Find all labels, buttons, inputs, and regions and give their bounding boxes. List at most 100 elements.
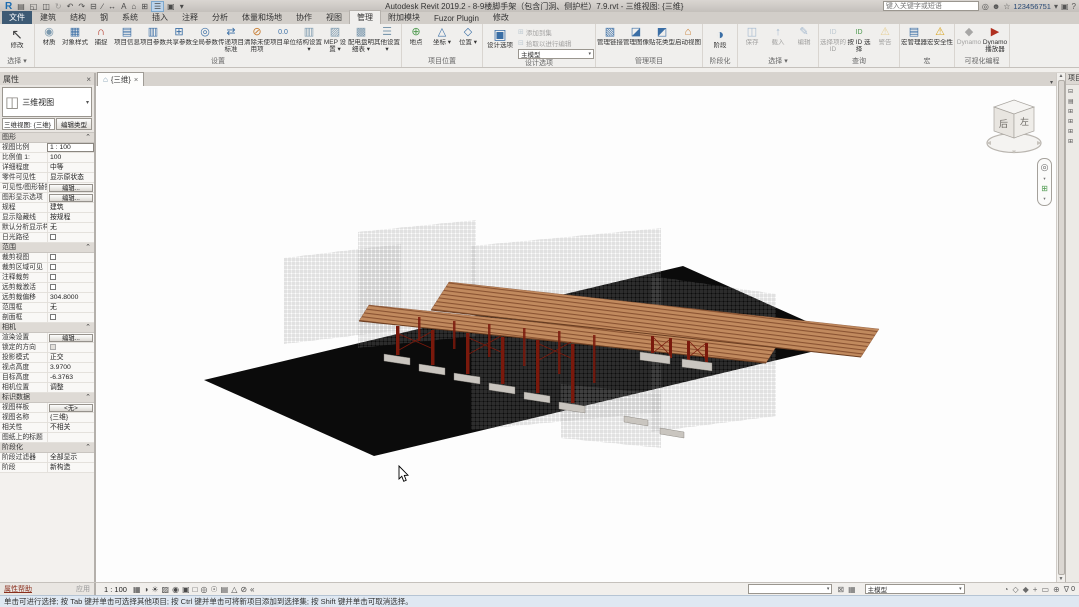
section-header[interactable]: 图形⌃ (0, 133, 94, 143)
undo-icon[interactable]: ↶ (65, 1, 76, 12)
zoom-dropdown-icon[interactable]: ▾ (1043, 196, 1045, 202)
active-design-option-combo[interactable]: 主模型▾ (518, 49, 594, 59)
view-instance-combo[interactable]: 三维视图: {三维} (2, 118, 55, 130)
ribbon-tab-附加模块[interactable]: 附加模块 (381, 11, 427, 24)
property-value[interactable]: 无 (47, 223, 94, 232)
redo-icon[interactable]: ↷ (76, 1, 87, 12)
shared-parameters-button[interactable]: ⊞共享参数 (166, 25, 192, 46)
view-tab-3d[interactable]: ⌂ {三维} × (97, 72, 144, 86)
temporary-hide-isolate-icon[interactable]: ◎ (200, 585, 207, 594)
select-by-id-button[interactable]: ID按 ID 选择 (846, 25, 872, 53)
scroll-down-icon[interactable]: ▼ (1059, 576, 1064, 582)
visual-style-icon[interactable]: ◑ (144, 585, 149, 594)
property-value[interactable]: 建筑 (47, 203, 94, 212)
modify-button[interactable]: ↖修改 (1, 25, 33, 49)
ribbon-tab-钢[interactable]: 钢 (93, 11, 115, 24)
account-name[interactable]: 123456751 (1013, 2, 1051, 11)
property-value[interactable]: -6.3763 (47, 373, 94, 382)
background-processes-icon[interactable]: ◔ (1003, 585, 1010, 594)
section-header[interactable]: 标识数据⌃ (0, 393, 94, 403)
wheel-dropdown-icon[interactable]: ▾ (1043, 176, 1045, 182)
revit-logo[interactable]: R (3, 1, 14, 12)
default-3d-view-icon[interactable]: ⌂ (129, 1, 138, 12)
edit-button[interactable]: 编辑... (49, 194, 93, 202)
ribbon-tab-体量和场地[interactable]: 体量和场地 (235, 11, 289, 24)
mep-settings-button[interactable]: ▨MEP 设置 ▾ (322, 25, 348, 53)
apply-button[interactable]: 应用 (76, 584, 90, 594)
global-parameters-button[interactable]: ◎全局参数 (192, 25, 218, 46)
property-value[interactable] (47, 283, 94, 292)
view-scale-button[interactable]: 1 : 100 (101, 584, 130, 595)
purge-unused-button[interactable]: ⊘清除未使用项 (244, 25, 270, 53)
open-icon[interactable]: ◱ (28, 1, 40, 12)
tree-node-icon[interactable]: ⊞ (1068, 108, 1079, 115)
project-information-button[interactable]: ▤项目信息 (114, 25, 140, 46)
starting-view-button[interactable]: ⌂启动视图 (675, 25, 701, 46)
analytical-model-icon[interactable]: △ (231, 585, 237, 594)
checkbox[interactable] (50, 284, 56, 290)
materials-button[interactable]: ◉材质 (36, 25, 62, 46)
ribbon-tab-注释[interactable]: 注释 (175, 11, 205, 24)
edit-button[interactable]: 编辑... (49, 334, 93, 342)
view-tab-overflow-icon[interactable]: ▾ (1047, 79, 1056, 86)
ribbon-tab-建筑[interactable]: 建筑 (33, 11, 63, 24)
sync-with-central-icon[interactable]: ↻ (53, 1, 64, 12)
macro-manager-button[interactable]: ▤宏管理器 (901, 25, 927, 46)
checkbox[interactable] (50, 254, 56, 260)
editing-requests-icon[interactable]: ⊠ (836, 585, 845, 594)
close-icon[interactable]: × (86, 75, 91, 84)
tree-node-icon[interactable]: ⊞ (1068, 128, 1079, 135)
project-units-button[interactable]: 0.0项目单位 (270, 25, 296, 46)
structural-settings-button[interactable]: ▥结构设置 ▾ (296, 25, 322, 53)
select-by-face-toggle[interactable]: ▭ (1040, 585, 1050, 594)
scroll-up-icon[interactable]: ▲ (1059, 73, 1064, 79)
project-browser-panel[interactable]: 项目浏览器 ⊟▤⊞⊞⊞⊞ (1065, 73, 1079, 582)
project-browser-tree[interactable]: ⊟▤⊞⊞⊞⊞ (1066, 85, 1079, 145)
section-icon[interactable]: ⊞ (139, 1, 150, 12)
collapse-icon[interactable]: « (250, 585, 254, 594)
select-links-toggle[interactable]: ◇ (1011, 585, 1019, 594)
viewcube-face-back[interactable]: 后 (999, 119, 1008, 129)
property-value[interactable]: 正交 (47, 353, 94, 362)
steering-wheel-icon[interactable]: ◎ (1041, 162, 1049, 173)
ribbon-tab-结构[interactable]: 结构 (63, 11, 93, 24)
search-icon[interactable]: ◎ (982, 2, 989, 11)
worksets-icon[interactable]: ▦ (847, 585, 857, 594)
project-browser-header[interactable]: 项目浏览器 (1066, 73, 1079, 85)
viewcube-face-left[interactable]: 左 (1020, 116, 1029, 127)
shadows-icon[interactable]: ▨ (162, 585, 170, 594)
property-value[interactable]: 编辑... (47, 183, 94, 192)
switch-windows-icon[interactable]: ▣ (165, 1, 177, 12)
crop-region-visible-icon[interactable]: □ (193, 585, 198, 594)
customize-qat-icon[interactable]: ▾ (178, 1, 186, 12)
property-value[interactable]: 编辑... (47, 333, 94, 342)
ribbon-tab-系统[interactable]: 系统 (115, 11, 145, 24)
search-input[interactable] (883, 1, 979, 11)
view-cube[interactable]: 后 左 (984, 94, 1044, 158)
manage-links-button[interactable]: ▧管理链接 (597, 25, 623, 46)
property-value[interactable] (47, 233, 94, 242)
3d-model-canvas[interactable] (96, 86, 1056, 582)
property-value[interactable]: 按规程 (47, 213, 94, 222)
type-selector[interactable]: ◫ 三维视图 ▾ (2, 87, 92, 117)
active-design-option-combo[interactable]: 主模型 ▾ (865, 584, 965, 594)
property-value[interactable]: 调整 (47, 383, 94, 392)
aligned-dimension-icon[interactable]: ↔ (106, 1, 118, 12)
help-icon[interactable]: ? (1072, 2, 1076, 11)
zoom-region-icon[interactable]: ⊞ (1041, 184, 1048, 193)
decal-types-button[interactable]: ◩贴花类型 (649, 25, 675, 46)
property-value[interactable] (47, 313, 94, 322)
section-header[interactable]: 相机⌃ (0, 323, 94, 333)
design-options-button[interactable]: ▣设计选项 (484, 25, 516, 49)
property-value[interactable] (47, 253, 94, 262)
checkbox[interactable] (50, 314, 56, 320)
property-value[interactable] (47, 343, 94, 352)
tree-node-icon[interactable]: ▤ (1068, 98, 1079, 105)
filter-icon[interactable]: ∇ (1063, 585, 1070, 594)
detail-level-icon[interactable]: ▦ (133, 585, 141, 594)
property-value[interactable] (47, 433, 94, 442)
transfer-project-standards-button[interactable]: ⇄传递项目标准 (218, 25, 244, 53)
dynamo-player-button[interactable]: ▶Dynamo 播放器 (982, 25, 1008, 53)
object-styles-button[interactable]: ▦对象样式 (62, 25, 88, 46)
app-store-icon[interactable]: ▣ (1061, 2, 1069, 11)
